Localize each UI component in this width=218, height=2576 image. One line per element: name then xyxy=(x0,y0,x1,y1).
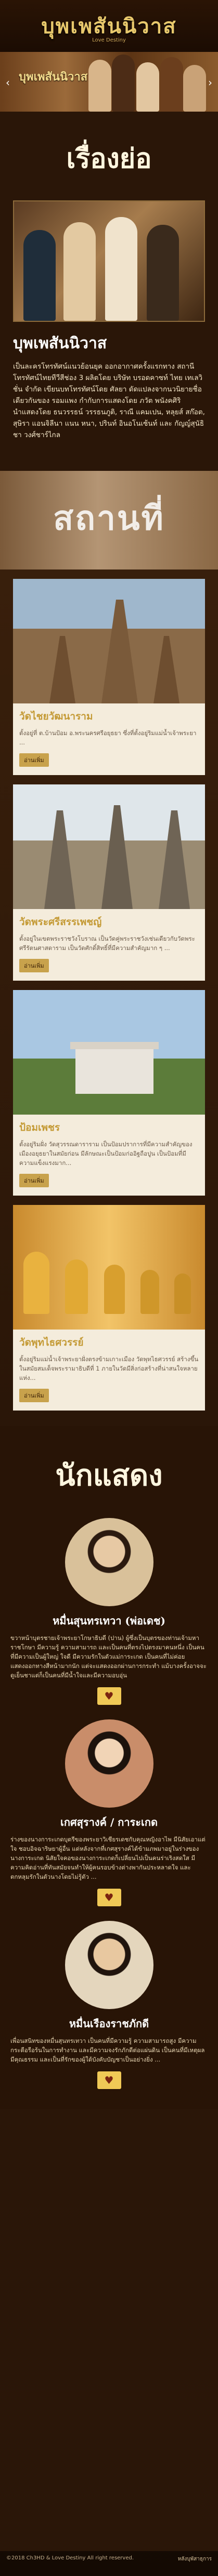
site-header: บุพเพสันนิวาส Love Destiny บุพเพสันนิวาส… xyxy=(0,0,218,112)
actor-card: หมื่นสุนทรเทวา (พ่อเดช) ขวาหน้าบุตรชายเจ… xyxy=(0,1518,218,1719)
cast-figure xyxy=(63,222,96,321)
place-name: ป้อมเพชร xyxy=(19,1122,60,1133)
chevron-right-icon[interactable]: › xyxy=(204,77,216,88)
banner-figure xyxy=(160,57,183,112)
read-more-button[interactable]: อ่านเพิ่ม xyxy=(19,753,49,767)
site-footer: ©2018 Ch3HD & Love Destiny All right res… xyxy=(0,2551,218,2576)
avatar xyxy=(65,1518,153,1606)
actor-name: เกศสุรางค์ / การะเกด xyxy=(60,1816,158,1828)
place-name: วัดพุทไธศวรรย์ xyxy=(19,1337,84,1348)
banner-figure xyxy=(136,62,159,112)
read-more-button[interactable]: อ่านเพิ่ม xyxy=(19,1174,49,1187)
place-name: วัดไชยวัฒนาราม xyxy=(19,711,93,722)
place-card[interactable]: วัดไชยวัฒนาราม ตั้งอยู่ที่ ต.บ้านป้อม อ.… xyxy=(13,579,205,775)
place-description: ตั้งอยู่ที่ ต.บ้านป้อม อ.พระนครศรีอยุธยา… xyxy=(19,729,197,746)
heart-icon[interactable]: ♥ xyxy=(97,1687,121,1705)
places-section: สถานที่ วัดไชยวัฒนาราม ตั้งอยู่ที่ ต.บ้า… xyxy=(0,471,218,1426)
place-image xyxy=(13,784,205,909)
synopsis-heading: บุพเพสันนิวาส xyxy=(13,334,107,352)
synopsis-title: เรื่องย่อ xyxy=(66,143,152,174)
place-card[interactable]: ป้อมเพชร ตั้งอยู่ริมฝั่ง วัดสุวรรณดารารา… xyxy=(13,990,205,1196)
read-more-button[interactable]: อ่านเพิ่ม xyxy=(19,959,49,972)
place-card[interactable]: วัดพุทไธศวรรย์ ตั้งอยู่ริมแม่น้ำเจ้าพระย… xyxy=(13,1205,205,1411)
actor-description: ร่างของนางการะเกดบุตรีของพระยาวิเชียรเดช… xyxy=(10,1836,206,1880)
banner-figure xyxy=(183,65,206,112)
places-header-image: สถานที่ xyxy=(0,471,218,570)
logo-bar[interactable]: บุพเพสันนิวาส xyxy=(0,0,218,52)
avatar xyxy=(65,1921,153,2009)
actor-name: หมื่นเรืองราชภักดี xyxy=(69,2017,149,2030)
actor-name: หมื่นสุนทรเทวา (พ่อเดช) xyxy=(53,1615,165,1627)
page: บุพเพสันนิวาส Love Destiny บุพเพสันนิวาส… xyxy=(0,0,218,2576)
place-name: วัดพระศรีสรรเพชญ์ xyxy=(19,916,102,928)
place-image xyxy=(13,1205,205,1330)
place-description: ตั้งอยู่ริมฝั่ง วัดสุวรรณดาราราม เป็นป้อ… xyxy=(19,1141,193,1167)
actor-description: เพื่อนสนิทของหมื่นสุนทรเทวา เป็นคนที่มีค… xyxy=(10,2037,205,2063)
cast-title: นักแสดง xyxy=(55,1458,163,1493)
actor-card: เกศสุรางค์ / การะเกด ร่างของนางการะเกดบุ… xyxy=(0,1719,218,1921)
actor-description: ขวาหน้าบุตรชายเจ้าพระยาโกษาธิบดี (ปาน) ผ… xyxy=(10,1634,207,1679)
place-description: ตั้งอยู่ริมแม่น้ำเจ้าพระยาฝั่งตรงข้ามเกา… xyxy=(19,1355,199,1381)
banner-figure xyxy=(112,55,135,112)
place-image xyxy=(13,579,205,703)
places-title: สถานที่ xyxy=(53,499,165,538)
footer-credit-link[interactable]: หลังบุพัสาธุการ xyxy=(178,2555,212,2563)
chevron-left-icon[interactable]: ‹ xyxy=(2,77,14,88)
synopsis-section: บุพเพสันนิวาส เป็นละครโทรทัศน์แนวย้อนยุค… xyxy=(0,200,218,441)
place-description: ตั้งอยู่ในเขตพระราชวังโบราณ เป็นวัดคู่พร… xyxy=(19,935,195,952)
heart-icon[interactable]: ♥ xyxy=(97,2071,121,2089)
cast-figure xyxy=(147,225,179,321)
actor-card: หมื่นเรืองราชภักดี เพื่อนสนิทของหมื่นสุน… xyxy=(0,1921,218,2104)
read-more-button[interactable]: อ่านเพิ่ม xyxy=(19,1389,49,1402)
place-image xyxy=(13,990,205,1115)
avatar xyxy=(65,1719,153,1808)
synopsis-text: เป็นละครโทรทัศน์แนวย้อนยุค ออกอากาศครั้ง… xyxy=(13,362,205,439)
heart-icon[interactable]: ♥ xyxy=(97,1889,121,1906)
banner-figure xyxy=(88,60,111,112)
hero-banner[interactable]: บุพเพสันนิวาส ‹ › xyxy=(0,52,218,112)
cast-figure xyxy=(105,217,137,321)
cast-figure xyxy=(23,230,56,321)
banner-logo: บุพเพสันนิวาส xyxy=(19,70,88,84)
site-logo-subtitle: Love Destiny xyxy=(92,37,126,43)
synopsis-image xyxy=(13,200,205,322)
copyright-text: ©2018 Ch3HD & Love Destiny All right res… xyxy=(6,2555,134,2561)
place-card[interactable]: วัดพระศรีสรรเพชญ์ ตั้งอยู่ในเขตพระราชวัง… xyxy=(13,784,205,981)
cast-section: นักแสดง หมื่นสุนทรเทวา (พ่อเดช) ขวาหน้าบ… xyxy=(0,1426,218,2109)
